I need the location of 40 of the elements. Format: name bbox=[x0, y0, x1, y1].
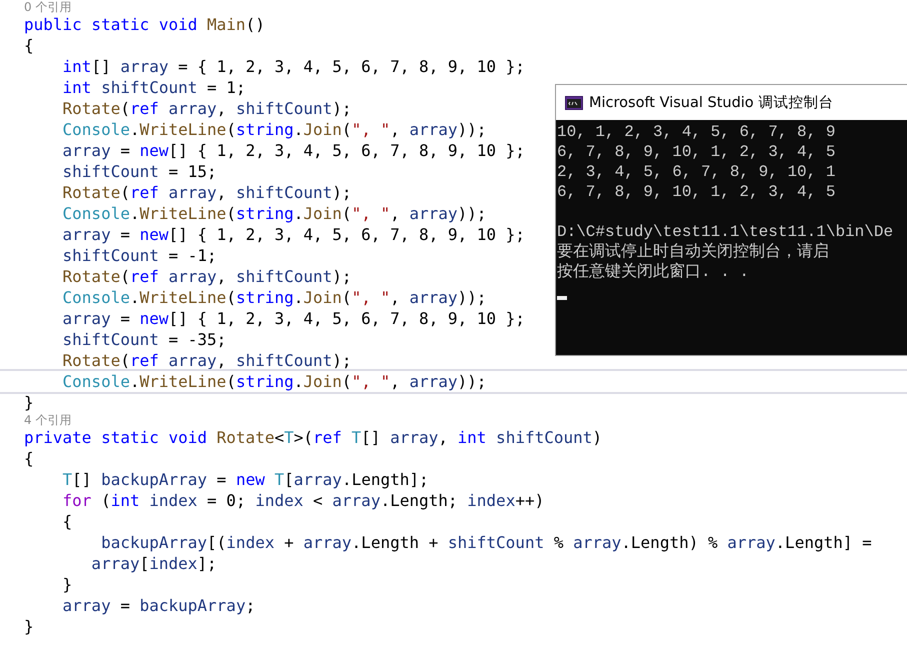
code-line: T[] backupArray = new T[array.Length]; bbox=[62, 469, 429, 491]
code-line: shiftCount = -1; bbox=[62, 245, 217, 267]
code-line: int shiftCount = 1; bbox=[62, 77, 246, 99]
code-line: } bbox=[62, 574, 72, 596]
console-output-line: 2, 3, 4, 5, 6, 7, 8, 9, 10, 1 bbox=[557, 162, 836, 182]
code-line: backupArray[(index + array.Length + shiftCount % array.Length) % array.Length] = bbox=[100, 532, 872, 554]
console-output-line: 10, 1, 2, 3, 4, 5, 6, 7, 8, 9 bbox=[557, 122, 836, 142]
code-line: for (int index = 0; index < array.Length; index++) bbox=[62, 490, 544, 512]
console-message-line: 按任意键关闭此窗口. . . bbox=[557, 262, 750, 282]
code-line: { bbox=[24, 35, 34, 57]
reference-count[interactable]: 0 个引用 bbox=[24, 0, 72, 14]
code-line: { bbox=[62, 511, 72, 533]
code-line: array[index]; bbox=[90, 553, 217, 575]
code-line: array = new[] { 1, 2, 3, 4, 5, 6, 7, 8, 9, 10 }; bbox=[62, 224, 525, 246]
code-line: shiftCount = 15; bbox=[62, 161, 217, 183]
code-line: Rotate(ref array, shiftCount); bbox=[62, 266, 352, 288]
code-line: Rotate(ref array, shiftCount); bbox=[62, 182, 352, 204]
code-line: Console.WriteLine(string.Join(", ", array)); bbox=[62, 119, 486, 141]
code-line: shiftCount = -35; bbox=[62, 329, 226, 351]
code-line: private static void Rotate<T>(ref T[] array, int shiftCount) bbox=[24, 427, 602, 449]
code-line: Console.WriteLine(string.Join(", ", array)); bbox=[62, 203, 486, 225]
window-title: Microsoft Visual Studio 调试控制台 bbox=[589, 94, 834, 112]
code-line: Rotate(ref array, shiftCount); bbox=[62, 350, 352, 372]
reference-count[interactable]: 4 个引用 bbox=[24, 413, 72, 427]
text-cursor bbox=[557, 296, 567, 300]
console-output-line: 6, 7, 8, 9, 10, 1, 2, 3, 4, 5 bbox=[557, 182, 836, 202]
code-line: public static void Main() bbox=[24, 14, 265, 36]
code-line: array = backupArray; bbox=[62, 595, 256, 617]
code-line: array = new[] { 1, 2, 3, 4, 5, 6, 7, 8, 9, 10 }; bbox=[62, 308, 525, 330]
code-line: int[] array = { 1, 2, 3, 4, 5, 6, 7, 8, 9, 10 }; bbox=[62, 56, 525, 78]
console-app-icon bbox=[565, 96, 583, 110]
code-line: Console.WriteLine(string.Join(", ", array)); bbox=[62, 287, 486, 309]
console-output-line: 6, 7, 8, 9, 10, 1, 2, 3, 4, 5 bbox=[557, 142, 836, 162]
console-message-line: 要在调试停止时自动关闭控制台，请启 bbox=[557, 242, 829, 262]
code-line: array = new[] { 1, 2, 3, 4, 5, 6, 7, 8, 9, 10 }; bbox=[62, 140, 525, 162]
code-line: Rotate(ref array, shiftCount); bbox=[62, 98, 352, 120]
code-line: } bbox=[24, 616, 34, 638]
console-message-line: D:\C#study\test11.1\test11.1\bin\De bbox=[557, 222, 894, 242]
code-line: { bbox=[24, 448, 34, 470]
code-line: } bbox=[24, 392, 34, 414]
